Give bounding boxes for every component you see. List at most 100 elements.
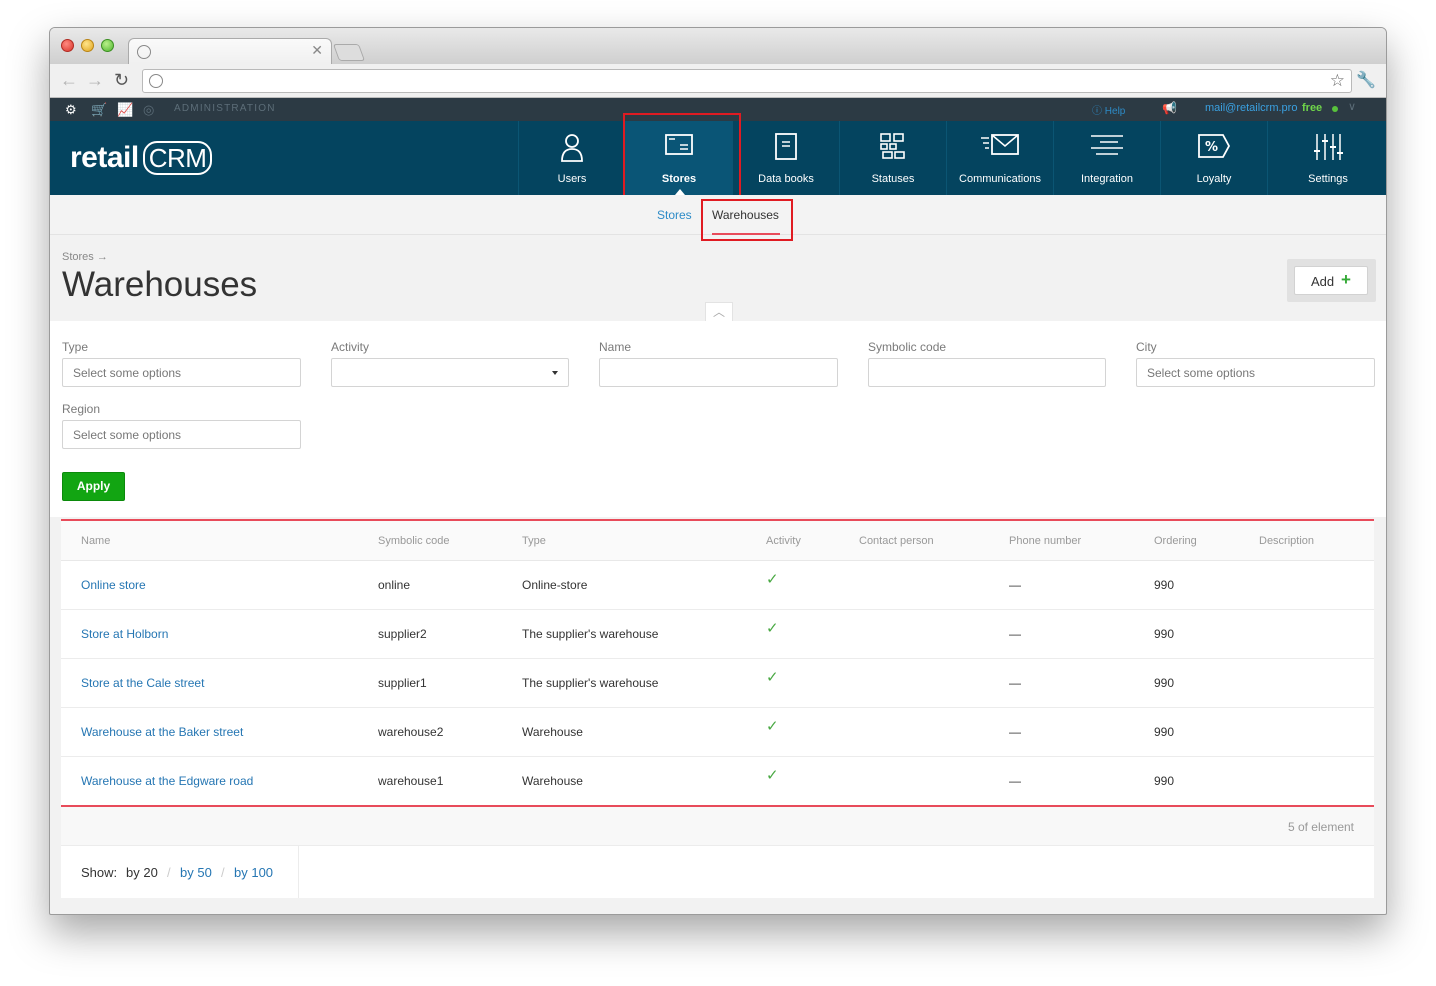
filter-code-input[interactable]: [868, 358, 1106, 387]
checkmark-icon: ✓: [766, 571, 779, 588]
chart-icon[interactable]: 📈: [117, 102, 133, 118]
col-ordering[interactable]: Ordering: [1154, 535, 1197, 547]
gear-icon[interactable]: ⚙: [65, 102, 77, 118]
new-tab-button[interactable]: [332, 44, 366, 61]
checkmark-icon: ✓: [766, 669, 779, 686]
table-row[interactable]: Online store online Online-store ✓ — 990: [61, 561, 1374, 610]
highlight-warehouses: [701, 199, 793, 241]
minimize-window-button[interactable]: [81, 39, 94, 52]
statuses-icon: [840, 133, 946, 166]
row-phone: —: [1009, 627, 1021, 641]
subnav-stores[interactable]: Stores: [657, 208, 692, 222]
col-name[interactable]: Name: [81, 535, 110, 547]
filter-name-input[interactable]: [599, 358, 838, 387]
row-name-link[interactable]: Store at the Cale street: [81, 676, 204, 690]
col-symbolic-code[interactable]: Symbolic code: [378, 535, 450, 547]
row-phone: —: [1009, 676, 1021, 690]
integration-icon: [1054, 133, 1160, 164]
page-size-100[interactable]: by 100: [234, 865, 273, 880]
user-email[interactable]: mail@retailcrm.pro: [1205, 102, 1297, 114]
col-contact-person[interactable]: Contact person: [859, 535, 934, 547]
separator: /: [221, 865, 225, 880]
nav-communications[interactable]: Communications: [946, 121, 1053, 195]
nav-data-books[interactable]: Data books: [732, 121, 839, 195]
bookmark-star-icon[interactable]: ☆: [1330, 71, 1345, 91]
row-code: warehouse2: [378, 725, 444, 739]
nav-settings[interactable]: Settings: [1267, 121, 1386, 195]
filter-region-select[interactable]: Select some options: [62, 420, 301, 449]
plan-badge: free: [1302, 102, 1323, 114]
globe-icon: [149, 74, 163, 88]
svg-text:%: %: [1205, 140, 1218, 155]
chevron-down-icon[interactable]: ∨: [1348, 100, 1356, 113]
close-window-button[interactable]: [61, 39, 74, 52]
row-name-link[interactable]: Store at Holborn: [81, 627, 168, 641]
megaphone-icon[interactable]: 📢: [1162, 101, 1177, 115]
address-bar[interactable]: ☆: [142, 69, 1352, 93]
filter-city-select[interactable]: Select some options: [1136, 358, 1375, 387]
close-tab-icon[interactable]: ✕: [311, 42, 323, 59]
add-button[interactable]: Add +: [1294, 266, 1368, 295]
row-type: Warehouse: [522, 725, 583, 739]
browser-tab[interactable]: ✕: [128, 38, 332, 66]
status-dot: [1332, 106, 1338, 112]
table-row[interactable]: Store at Holborn supplier2 The supplier'…: [61, 610, 1374, 659]
reload-icon[interactable]: ↻: [114, 70, 129, 91]
nav-statuses[interactable]: Statuses: [839, 121, 946, 195]
row-name-link[interactable]: Online store: [81, 578, 146, 592]
breadcrumb[interactable]: Stores →: [62, 251, 108, 263]
col-type[interactable]: Type: [522, 535, 546, 547]
highlight-stores: [623, 113, 741, 198]
mail-icon: [947, 133, 1053, 164]
row-ordering: 990: [1154, 725, 1175, 739]
checkmark-icon: ✓: [766, 718, 779, 735]
browser-window: ✕ ← → ↻ ☆ 🔧 ⚙ 🛒 📈 ◎ ADMINISTRATION ⓘ Hel…: [49, 27, 1387, 915]
row-name-link[interactable]: Warehouse at the Baker street: [81, 725, 243, 739]
row-type: Online-store: [522, 578, 588, 592]
wrench-icon[interactable]: 🔧: [1356, 70, 1376, 90]
cart-icon[interactable]: 🛒: [91, 102, 107, 118]
help-icon: ⓘ: [1092, 106, 1102, 117]
retailcrm-logo[interactable]: retail CRM: [70, 141, 213, 175]
col-activity[interactable]: Activity: [766, 535, 801, 547]
target-icon[interactable]: ◎: [143, 102, 154, 118]
row-name-link[interactable]: Warehouse at the Edgware road: [81, 774, 253, 788]
browser-toolbar: ← → ↻ ☆ 🔧: [50, 64, 1386, 98]
col-phone-number[interactable]: Phone number: [1009, 535, 1081, 547]
nav-integration[interactable]: Integration: [1053, 121, 1160, 195]
help-link[interactable]: ⓘ Help: [1092, 102, 1125, 117]
filter-type-select[interactable]: Select some options: [62, 358, 301, 387]
checkmark-icon: ✓: [766, 620, 779, 637]
filter-name-label: Name: [599, 340, 632, 354]
show-label: Show:: [81, 865, 118, 880]
nav-loyalty[interactable]: % Loyalty: [1160, 121, 1267, 195]
back-arrow-icon[interactable]: ←: [60, 70, 78, 91]
checkmark-icon: ✓: [766, 767, 779, 784]
apply-button[interactable]: Apply: [62, 472, 125, 501]
separator: /: [167, 865, 171, 880]
table-row[interactable]: Warehouse at the Edgware road warehouse1…: [61, 757, 1374, 806]
percent-tag-icon: %: [1161, 133, 1267, 166]
collapse-filters-button[interactable]: ︿: [705, 302, 733, 322]
row-code: supplier2: [378, 627, 427, 641]
table-footer: 5 of element: [61, 807, 1374, 846]
nav-users[interactable]: Users: [518, 121, 625, 195]
filter-panel: Type Select some options Activity Name S…: [50, 321, 1386, 517]
table-row[interactable]: Warehouse at the Baker street warehouse2…: [61, 708, 1374, 757]
row-ordering: 990: [1154, 627, 1175, 641]
admin-label: ADMINISTRATION: [174, 103, 276, 114]
filter-activity-select[interactable]: [331, 358, 569, 387]
filter-activity-label: Activity: [331, 340, 370, 354]
row-code: warehouse1: [378, 774, 444, 788]
table-row[interactable]: Store at the Cale street supplier1 The s…: [61, 659, 1374, 708]
globe-icon: [137, 45, 151, 59]
page-size-50[interactable]: by 50: [180, 865, 212, 880]
user-icon: [519, 133, 625, 170]
col-description[interactable]: Description: [1259, 535, 1314, 547]
page-size-20[interactable]: by 20: [126, 865, 158, 880]
maximize-window-button[interactable]: [101, 39, 114, 52]
row-type: The supplier's warehouse: [522, 627, 659, 641]
caret-down-icon: [552, 371, 558, 375]
row-ordering: 990: [1154, 676, 1175, 690]
forward-arrow-icon[interactable]: →: [86, 70, 104, 91]
